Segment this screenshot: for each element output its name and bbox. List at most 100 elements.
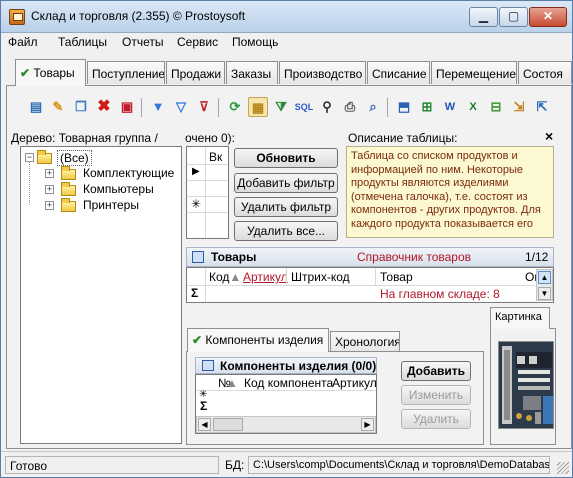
- tab-state[interactable]: Состоя: [518, 61, 572, 84]
- goods-grid[interactable]: Код▲ Артикул Штрих-код Товар Ог Σ На гла…: [186, 267, 554, 303]
- db-label: БД:: [225, 458, 245, 472]
- sql-icon[interactable]: SQL: [294, 97, 314, 117]
- goods-header-bar: Товары Справочник товаров 1/12: [186, 247, 554, 267]
- column-article[interactable]: Артикул: [332, 376, 377, 390]
- tab-goods[interactable]: ✔ Товары: [15, 59, 86, 86]
- product-image: [498, 341, 554, 429]
- goods-title: Товары: [211, 250, 257, 264]
- close-button[interactable]: ✕: [529, 7, 567, 27]
- column-article[interactable]: Артикул: [243, 270, 288, 284]
- scroll-down-icon[interactable]: ▼: [538, 287, 551, 300]
- components-title: Компоненты изделия (0/0): [220, 359, 377, 373]
- tab-production[interactable]: Производство: [279, 61, 366, 84]
- export-word-icon[interactable]: W: [440, 97, 460, 117]
- subtab-history[interactable]: Хронология: [330, 331, 400, 352]
- main-window: Склад и торговля (2.355) © Prostoysoft ▁…: [0, 0, 573, 478]
- column-barcode[interactable]: Штрих-код: [291, 270, 350, 284]
- delete-icon[interactable]: ✖: [94, 97, 114, 117]
- column-product[interactable]: Товар: [380, 270, 413, 284]
- new-icon[interactable]: ▤: [26, 97, 46, 117]
- filter-column-header: Вк: [209, 150, 223, 164]
- tab-label: Товары: [33, 66, 75, 80]
- tab-receipts[interactable]: Поступление: [87, 61, 165, 84]
- components-grid[interactable]: № ▲ Код компонента Артикул ✳ Σ ◀ ▶: [195, 374, 377, 434]
- close-description-icon[interactable]: ×: [545, 128, 553, 144]
- scroll-right-icon[interactable]: ▶: [361, 418, 374, 431]
- subtab-label: Компоненты изделия: [205, 333, 324, 347]
- scroll-left-icon[interactable]: ◀: [198, 418, 211, 431]
- table-icon: [192, 251, 204, 263]
- description-text: Таблица со списком продуктов и информаци…: [346, 146, 554, 238]
- scroll-thumb[interactable]: [213, 418, 243, 431]
- column-component-code[interactable]: Код компонента: [244, 376, 333, 390]
- toolbar-separator: [387, 98, 388, 117]
- find-icon[interactable]: ⚲: [317, 97, 337, 117]
- title-bar[interactable]: Склад и торговля (2.355) © Prostoysoft ▁…: [1, 1, 572, 33]
- copy-icon[interactable]: ❐: [71, 97, 91, 117]
- status-bar: Готово БД: C:\Users\comp\Documents\Склад…: [1, 451, 572, 477]
- filter-remove-icon[interactable]: ⊽: [194, 97, 214, 117]
- column-code[interactable]: Код▲: [209, 270, 241, 284]
- group-icon[interactable]: ▦: [248, 97, 268, 117]
- expand-icon[interactable]: +: [45, 169, 54, 178]
- edit-component-button[interactable]: Изменить: [401, 385, 471, 405]
- goods-footer-stock: На главном складе: 8: [380, 287, 500, 301]
- edit-icon[interactable]: ✎: [48, 97, 68, 117]
- export-icon[interactable]: ⬒: [394, 97, 414, 117]
- menu-help[interactable]: Помощь: [232, 35, 278, 49]
- remove-filter-button[interactable]: Удалить фильтр: [234, 197, 338, 217]
- refresh-button[interactable]: Обновить: [234, 148, 338, 168]
- expand-icon[interactable]: +: [45, 185, 54, 194]
- new-row-icon: ✳: [191, 197, 202, 211]
- filter-grid[interactable]: Вк ▶ ✳: [186, 146, 229, 239]
- sort-asc-icon: ▲: [226, 376, 238, 390]
- expand-icon[interactable]: +: [45, 201, 54, 210]
- delete-component-button[interactable]: Удалить: [401, 409, 471, 429]
- resize-grip-icon[interactable]: [557, 462, 569, 474]
- preview-icon[interactable]: ⌕: [363, 97, 383, 117]
- tab-writeoff[interactable]: Списание: [367, 61, 430, 84]
- tree-root[interactable]: (Все): [57, 150, 92, 166]
- export-excel2-icon[interactable]: X: [463, 97, 483, 117]
- print-icon[interactable]: ⎙: [340, 97, 360, 117]
- folder-icon: [61, 182, 76, 196]
- menu-tables[interactable]: Таблицы: [58, 35, 107, 49]
- tab-orders[interactable]: Заказы: [226, 61, 278, 84]
- export-xml-icon[interactable]: ⇱: [532, 97, 552, 117]
- menu-reports[interactable]: Отчеты: [122, 35, 163, 49]
- maximize-button[interactable]: ▢: [499, 7, 528, 27]
- tree-item[interactable]: Компьютеры: [83, 182, 154, 196]
- tab-transfer[interactable]: Перемещение: [431, 61, 517, 84]
- tree-item[interactable]: Принтеры: [83, 198, 139, 212]
- add-filter-button[interactable]: Добавить фильтр: [234, 173, 338, 193]
- filter-clear-icon[interactable]: ▽: [171, 97, 191, 117]
- goods-vscrollbar[interactable]: ▲ ▼: [536, 269, 553, 301]
- import-icon[interactable]: ⇲: [509, 97, 529, 117]
- delete-all-icon[interactable]: ▣: [117, 97, 137, 117]
- refresh-icon[interactable]: ⟳: [225, 97, 245, 117]
- add-component-button[interactable]: Добавить: [401, 361, 471, 381]
- goods-counter: 1/12: [525, 250, 549, 264]
- export-excel-icon[interactable]: ⊞: [417, 97, 437, 117]
- tree-line: [29, 161, 30, 205]
- filter-icon[interactable]: ▼: [148, 97, 168, 117]
- tab-picture[interactable]: Картинка: [490, 307, 550, 329]
- components-hscrollbar[interactable]: ◀ ▶: [196, 416, 376, 433]
- subtab-components[interactable]: ✔ Компоненты изделия: [187, 328, 329, 352]
- toolbar-separator: [218, 98, 219, 117]
- filter-header: очено 0):: [185, 131, 235, 145]
- tab-sales[interactable]: Продажи: [166, 61, 225, 84]
- tree-view[interactable]: − (Все) + Комплектующие + Компьютеры + П…: [20, 146, 182, 444]
- menu-service[interactable]: Сервис: [177, 35, 218, 49]
- scroll-up-icon[interactable]: ▲: [538, 271, 551, 284]
- check-icon: ✔: [192, 333, 203, 347]
- tree-item[interactable]: Комплектующие: [83, 166, 174, 180]
- menu-file[interactable]: Файл: [8, 35, 38, 49]
- export-csv-icon[interactable]: ⊟: [486, 97, 506, 117]
- folder-open-icon: [37, 150, 52, 164]
- minimize-button[interactable]: ▁: [469, 7, 498, 27]
- folder-icon: [61, 198, 76, 212]
- window-title: Склад и торговля (2.355) © Prostoysoft: [31, 9, 246, 23]
- auto-filter-icon[interactable]: ⧩: [271, 97, 291, 117]
- remove-all-button[interactable]: Удалить все...: [234, 221, 338, 241]
